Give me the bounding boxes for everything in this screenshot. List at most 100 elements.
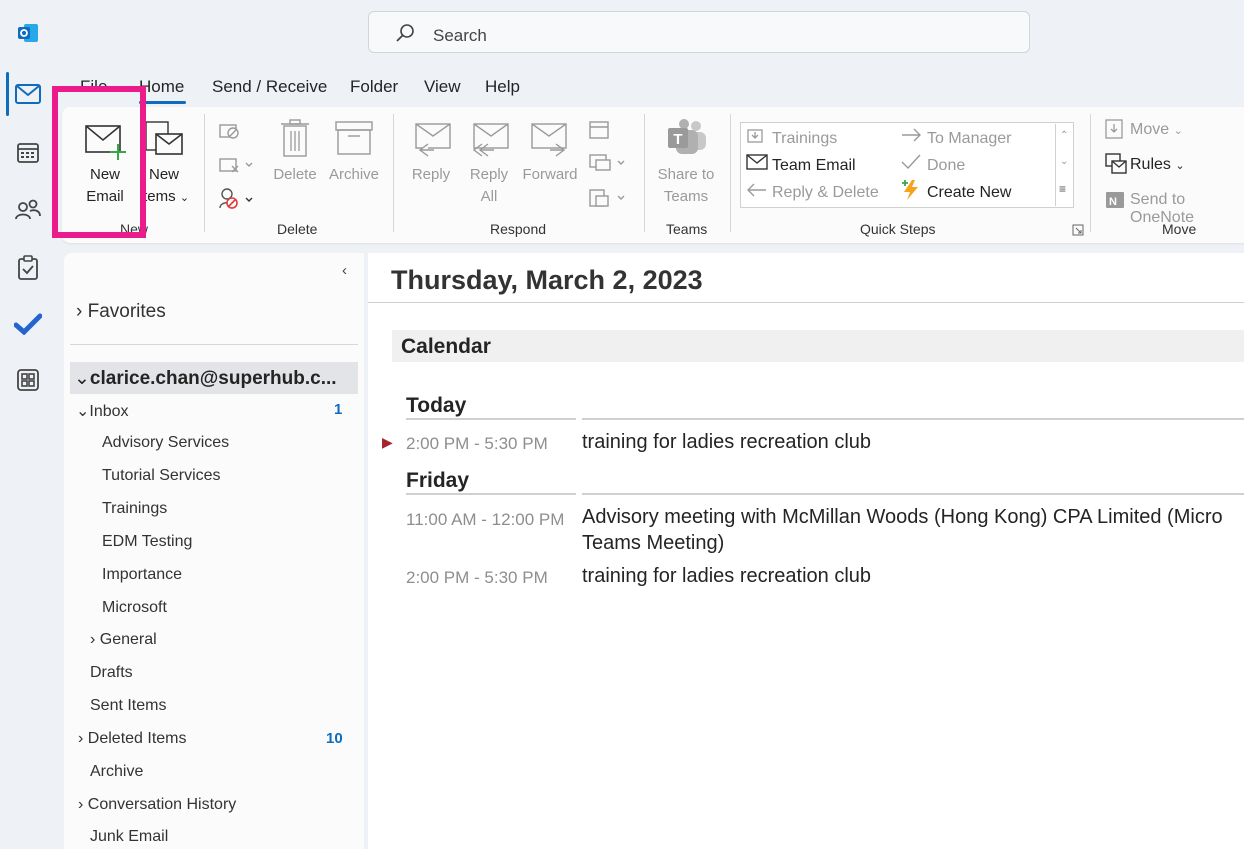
junk-icon[interactable] bbox=[218, 186, 258, 212]
move-button[interactable]: Move ⌄ bbox=[1130, 121, 1183, 139]
move-label: Move bbox=[1130, 121, 1170, 138]
inbox-label: Inbox bbox=[89, 403, 129, 420]
scroll-up-icon[interactable]: ⌃ bbox=[1060, 130, 1068, 141]
event-subject[interactable]: training for ladies recreation club bbox=[582, 565, 871, 588]
folder-junk-email[interactable]: Junk Email bbox=[90, 828, 168, 846]
forward-label: Forward bbox=[522, 166, 578, 183]
ignore-icon[interactable] bbox=[218, 120, 242, 142]
reply-all-button[interactable]: Reply All bbox=[462, 112, 516, 212]
inbox-unread-count: 1 bbox=[334, 401, 343, 418]
rules-button[interactable]: Rules ⌄ bbox=[1130, 156, 1185, 174]
im-reply-icon[interactable] bbox=[588, 152, 628, 176]
tab-folder[interactable]: Folder bbox=[350, 77, 398, 97]
folder-drafts[interactable]: Drafts bbox=[90, 664, 133, 682]
favorites-label: Favorites bbox=[87, 301, 166, 322]
event-subject[interactable]: Advisory meeting with McMillan Woods (Ho… bbox=[582, 506, 1223, 529]
dialog-launcher-icon[interactable] bbox=[1072, 224, 1084, 236]
rules-icon bbox=[1105, 153, 1127, 174]
quick-step-done[interactable]: Done bbox=[927, 157, 965, 175]
folder-conversation-history[interactable]: › Conversation History bbox=[78, 796, 236, 814]
quick-steps-scroller[interactable]: ⌃ ⌄ ≡ bbox=[1055, 124, 1074, 206]
event-time[interactable]: 2:00 PM - 5:30 PM bbox=[406, 568, 548, 588]
chevron-down-icon: ⌄ bbox=[76, 403, 90, 420]
quick-step-to-manager[interactable]: To Manager bbox=[927, 130, 1012, 148]
event-time[interactable]: 11:00 AM - 12:00 PM bbox=[406, 510, 564, 530]
search-input[interactable]: Search bbox=[368, 11, 1030, 53]
folder-trainings[interactable]: Trainings bbox=[102, 500, 167, 518]
archive-button[interactable]: Archive bbox=[326, 112, 382, 212]
day-heading-today: Today bbox=[406, 394, 467, 417]
event-time[interactable]: 2:00 PM - 5:30 PM bbox=[406, 434, 548, 454]
to-manager-icon bbox=[902, 128, 921, 142]
app-rail bbox=[0, 0, 56, 849]
favorites-header[interactable]: › Favorites bbox=[76, 301, 166, 323]
collapse-pane-icon[interactable]: ‹ bbox=[342, 262, 347, 279]
ribbon-separator bbox=[204, 114, 205, 232]
share-to-teams-button[interactable]: T Share to Teams bbox=[652, 112, 720, 212]
divider bbox=[582, 493, 1244, 495]
folder-sent-items[interactable]: Sent Items bbox=[90, 697, 166, 715]
archive-label: Archive bbox=[328, 166, 380, 183]
reply-button[interactable]: Reply bbox=[404, 112, 458, 212]
folder-importance[interactable]: Importance bbox=[102, 566, 182, 584]
more-respond-icon[interactable] bbox=[588, 186, 628, 210]
svg-text:N: N bbox=[1109, 196, 1117, 208]
folder-inbox[interactable]: ⌄Inbox bbox=[76, 401, 129, 421]
scroll-down-icon[interactable]: ⌄ bbox=[1060, 156, 1068, 167]
quick-step-create-new[interactable]: Create New bbox=[927, 184, 1011, 202]
page-title: Thursday, March 2, 2023 bbox=[391, 265, 703, 295]
reply-all-label-1: Reply bbox=[469, 166, 509, 183]
tasks-icon[interactable] bbox=[12, 252, 44, 284]
calendar-icon[interactable] bbox=[12, 136, 44, 168]
gallery-more-icon[interactable]: ≡ bbox=[1059, 182, 1066, 196]
quick-step-team-email[interactable]: Team Email bbox=[772, 157, 856, 175]
reply-all-icon bbox=[472, 123, 509, 157]
tab-view[interactable]: View bbox=[424, 77, 461, 97]
folder-tutorial-services[interactable]: Tutorial Services bbox=[102, 467, 221, 485]
todo-check-icon[interactable] bbox=[12, 308, 44, 340]
svg-text:T: T bbox=[673, 131, 682, 148]
folder-deleted-items[interactable]: › Deleted Items bbox=[78, 730, 187, 748]
folder-edm-testing[interactable]: EDM Testing bbox=[102, 533, 192, 551]
group-label-quick-steps: Quick Steps bbox=[860, 221, 936, 237]
event-subject-continued[interactable]: Teams Meeting) bbox=[582, 532, 724, 555]
account-header[interactable]: ⌄clarice.chan@superhub.c... bbox=[74, 367, 337, 390]
create-new-lightning-icon bbox=[902, 180, 918, 200]
reply-all-label-2: All bbox=[480, 188, 498, 205]
folder-microsoft[interactable]: Microsoft bbox=[102, 599, 167, 617]
delete-button[interactable]: Delete bbox=[272, 112, 318, 212]
day-heading-friday: Friday bbox=[406, 469, 470, 492]
rail-active-indicator bbox=[6, 72, 9, 116]
reply-icon bbox=[415, 123, 451, 157]
tab-help[interactable]: Help bbox=[485, 77, 520, 97]
apps-icon[interactable] bbox=[12, 364, 44, 396]
divider bbox=[70, 344, 358, 345]
folder-general[interactable]: › General bbox=[90, 631, 157, 649]
new-items-button[interactable]: New Items ⌄ bbox=[139, 112, 194, 212]
ribbon-separator bbox=[644, 114, 645, 232]
meeting-reply-icon[interactable] bbox=[588, 118, 612, 142]
archive-icon bbox=[335, 121, 373, 155]
mail-icon[interactable] bbox=[12, 78, 44, 110]
new-items-label-1: New bbox=[148, 166, 179, 183]
forward-button[interactable]: Forward bbox=[520, 112, 580, 212]
team-email-icon bbox=[746, 154, 768, 170]
current-event-marker-icon: ▶ bbox=[382, 434, 393, 450]
onenote-icon: N bbox=[1106, 192, 1124, 208]
cleanup-icon[interactable] bbox=[218, 154, 258, 176]
deleted-count: 10 bbox=[326, 730, 343, 747]
deleted-label: Deleted Items bbox=[87, 730, 187, 747]
reply-delete-icon bbox=[747, 183, 766, 197]
people-icon[interactable] bbox=[12, 194, 44, 226]
share-teams-label-1: Share to bbox=[657, 166, 715, 183]
event-subject[interactable]: training for ladies recreation club bbox=[582, 431, 871, 454]
quick-step-reply-delete[interactable]: Reply & Delete bbox=[772, 184, 879, 202]
folder-archive[interactable]: Archive bbox=[90, 763, 143, 781]
tab-send-receive[interactable]: Send / Receive bbox=[212, 77, 327, 97]
divider bbox=[406, 418, 576, 420]
outlook-logo-icon bbox=[12, 17, 44, 49]
teams-icon: T bbox=[668, 119, 706, 154]
folder-advisory-services[interactable]: Advisory Services bbox=[102, 434, 229, 452]
delete-label: Delete bbox=[273, 166, 317, 183]
quick-step-trainings[interactable]: Trainings bbox=[772, 130, 837, 148]
